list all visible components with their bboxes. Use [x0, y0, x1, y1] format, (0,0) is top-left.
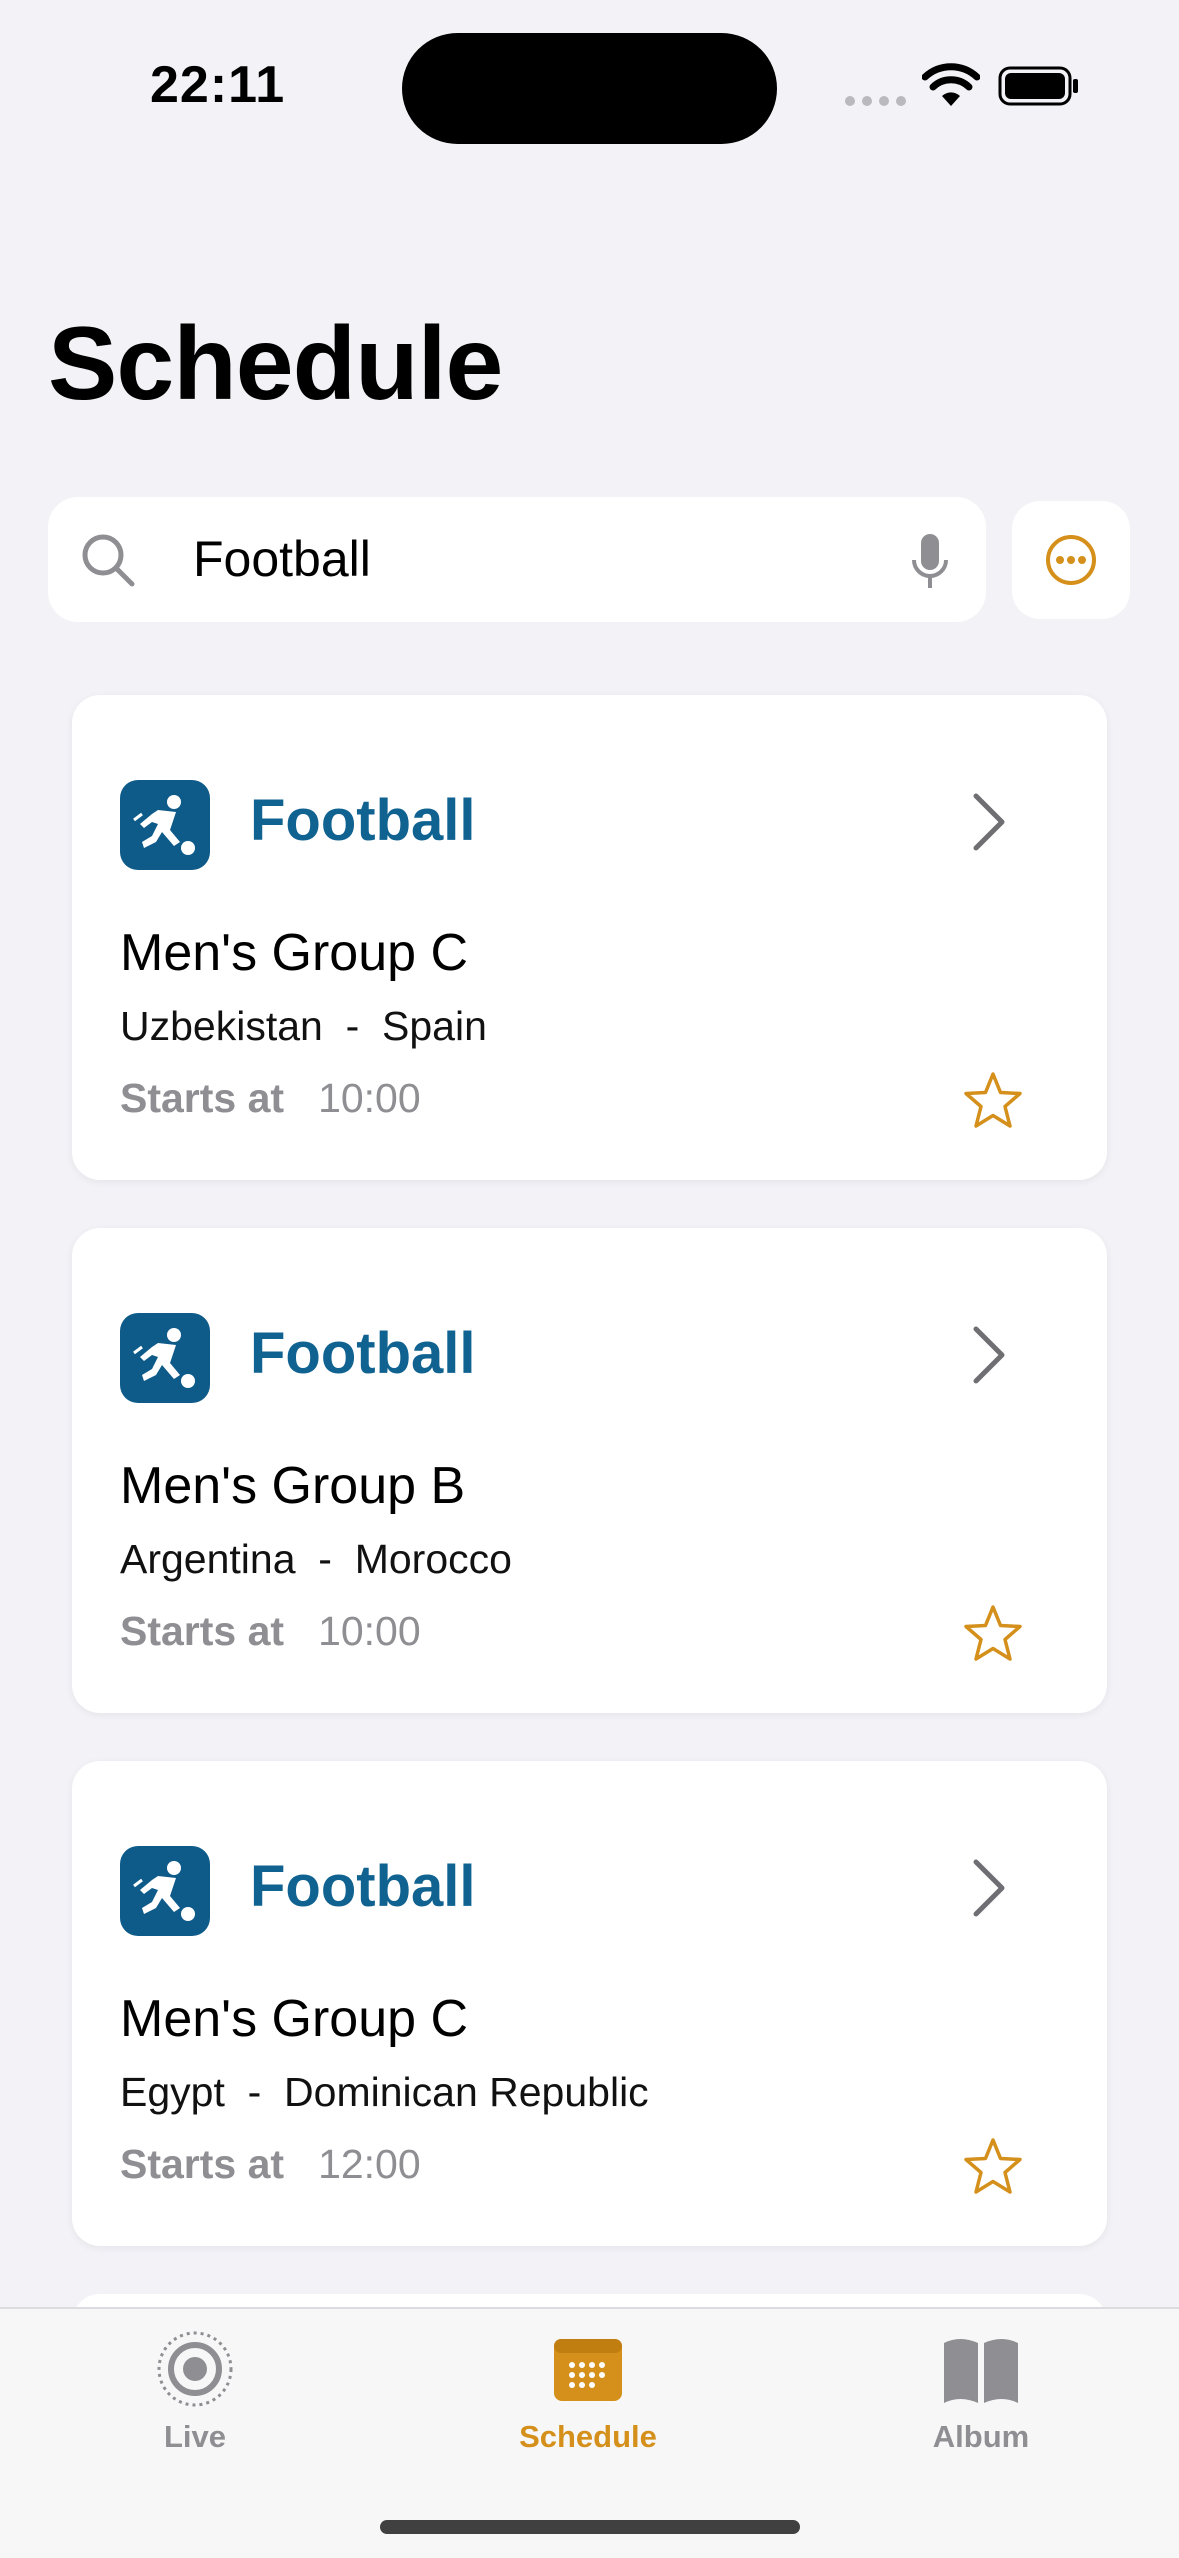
sport-icon-badge [120, 1313, 210, 1403]
event-name: Men's Group B [120, 1457, 466, 1515]
event-name: Men's Group C [120, 1990, 469, 2048]
football-player-icon [133, 795, 195, 855]
ellipsis-circle-icon [1046, 535, 1096, 585]
tab-schedule-label: Schedule [519, 2419, 657, 2454]
start-time: Starts at 10:00 [120, 1075, 421, 1122]
more-options-button[interactable] [1012, 501, 1130, 619]
teams: Argentina - Morocco [120, 1536, 512, 1582]
microphone-icon[interactable] [910, 532, 950, 592]
status-time: 22:11 [150, 56, 286, 114]
chevron-right-icon[interactable] [970, 1323, 1010, 1387]
tab-schedule[interactable]: Schedule [458, 2329, 718, 2455]
sport-name: Football [250, 788, 476, 853]
wifi-icon [922, 63, 980, 106]
chevron-right-icon[interactable] [970, 790, 1010, 854]
starts-label: Starts at [120, 2141, 285, 2187]
start-time: Starts at 10:00 [120, 1608, 421, 1655]
event-name: Men's Group C [120, 924, 469, 982]
favorite-star-icon[interactable] [962, 2136, 1024, 2198]
search-input[interactable] [193, 497, 893, 622]
starts-label: Starts at [120, 1075, 285, 1121]
tab-album[interactable]: Album [851, 2329, 1111, 2455]
teams: Uzbekistan - Spain [120, 1003, 487, 1049]
battery-icon [998, 66, 1078, 106]
search-bar[interactable] [48, 497, 986, 622]
time-value: 10:00 [318, 1075, 421, 1121]
football-player-icon [133, 1328, 195, 1388]
sport-icon-badge [120, 780, 210, 870]
search-icon [82, 534, 135, 587]
home-indicator [380, 2520, 800, 2534]
calendar-icon [554, 2339, 622, 2401]
book-icon [944, 2339, 1018, 2403]
favorite-star-icon[interactable] [962, 1603, 1024, 1665]
page-title: Schedule [48, 306, 503, 422]
tab-live[interactable]: Live [65, 2329, 325, 2455]
cellular-signal-icon [845, 96, 906, 106]
chevron-right-icon[interactable] [970, 1856, 1010, 1920]
football-player-icon [133, 1861, 195, 1921]
event-card[interactable]: Football Men's Group C Egypt - Dominican… [72, 1761, 1107, 2246]
tab-live-label: Live [163, 2419, 227, 2454]
tab-album-label: Album [932, 2419, 1030, 2454]
time-value: 12:00 [318, 2141, 421, 2187]
favorite-star-icon[interactable] [962, 1070, 1024, 1132]
sport-icon-badge [120, 1846, 210, 1936]
sport-name: Football [250, 1854, 476, 1919]
start-time: Starts at 12:00 [120, 2141, 421, 2188]
event-card[interactable]: Football Men's Group C Uzbekistan - Spai… [72, 695, 1107, 1180]
live-icon [157, 2331, 233, 2407]
event-card[interactable]: Football Men's Group B Argentina - Moroc… [72, 1228, 1107, 1713]
teams: Egypt - Dominican Republic [120, 2069, 649, 2115]
sport-name: Football [250, 1321, 476, 1386]
dynamic-island [402, 33, 777, 144]
time-value: 10:00 [318, 1608, 421, 1654]
starts-label: Starts at [120, 1608, 285, 1654]
